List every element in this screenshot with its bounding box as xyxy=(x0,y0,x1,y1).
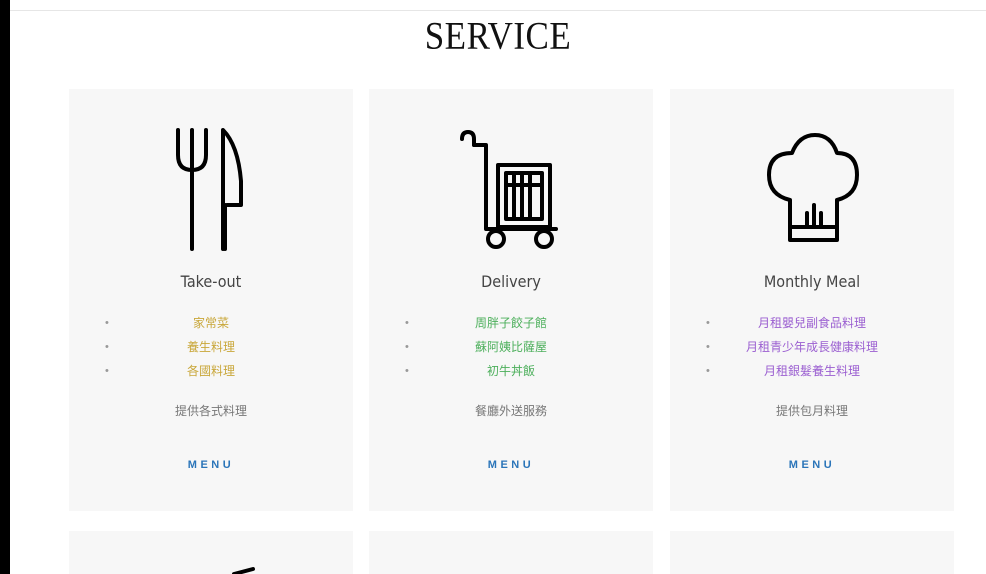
bullet: • xyxy=(105,341,109,353)
bullet: • xyxy=(706,341,710,353)
list-item-text: 初牛丼飯 xyxy=(486,364,535,378)
list-item: • 蘇阿姨比薩屋 xyxy=(369,338,653,362)
menu-link[interactable]: MENU xyxy=(69,459,353,471)
fork-knife-icon xyxy=(69,125,353,253)
list-item: • 月租銀髮養生料理 xyxy=(670,362,954,386)
page: SERVICE Take-out • 家常菜 • 養生料理 • 各國料理 提供各式料理… xyxy=(10,0,986,574)
bullet: • xyxy=(105,365,109,377)
bullet: • xyxy=(405,341,409,353)
card-description: 提供各式料理 xyxy=(174,404,247,418)
list-item-text: 周胖子餃子館 xyxy=(474,316,547,330)
delivery-cart-icon xyxy=(369,125,653,253)
card-item-list: • 月租嬰兒副食品料理 • 月租青少年成長健康料理 • 月租銀髮養生料理 xyxy=(670,314,954,386)
service-card-bottom-1 xyxy=(69,531,353,574)
service-card-bottom-3 xyxy=(670,531,954,574)
list-item: • 月租嬰兒副食品料理 xyxy=(670,314,954,338)
menu-link[interactable]: MENU xyxy=(670,459,954,471)
list-item-text: 養生料理 xyxy=(186,340,235,354)
bullet: • xyxy=(706,365,710,377)
menu-link[interactable]: MENU xyxy=(369,459,653,471)
bullet: • xyxy=(706,317,710,329)
card-item-list: • 周胖子餃子館 • 蘇阿姨比薩屋 • 初牛丼飯 xyxy=(369,314,653,386)
card-title: Delivery xyxy=(481,272,541,291)
bullet: • xyxy=(405,365,409,377)
list-item-text: 家常菜 xyxy=(192,316,229,330)
card-description: 提供包月料理 xyxy=(775,404,848,418)
service-card-bottom-2 xyxy=(369,531,653,574)
card-description: 餐廳外送服務 xyxy=(474,404,547,418)
bullet: • xyxy=(105,317,109,329)
card-item-list: • 家常菜 • 養生料理 • 各國料理 xyxy=(69,314,353,386)
chef-hat-icon xyxy=(670,125,954,253)
list-item: • 各國料理 xyxy=(69,362,353,386)
list-item: • 初牛丼飯 xyxy=(369,362,653,386)
list-item: • 月租青少年成長健康料理 xyxy=(670,338,954,362)
card-title: Monthly Meal xyxy=(763,272,861,291)
service-card-takeout: Take-out • 家常菜 • 養生料理 • 各國料理 提供各式料理 MENU xyxy=(69,89,353,511)
top-divider xyxy=(10,0,986,11)
list-item: • 養生料理 xyxy=(69,338,353,362)
list-item-text: 月租嬰兒副食品料理 xyxy=(757,316,866,330)
list-item: • 家常菜 xyxy=(69,314,353,338)
service-card-monthly-meal: Monthly Meal • 月租嬰兒副食品料理 • 月租青少年成長健康料理 • 月租… xyxy=(670,89,954,511)
list-item: • 周胖子餃子館 xyxy=(369,314,653,338)
partial-icon xyxy=(232,567,255,574)
list-item-text: 各國料理 xyxy=(186,364,235,378)
list-item-text: 蘇阿姨比薩屋 xyxy=(474,340,547,354)
list-item-text: 月租銀髮養生料理 xyxy=(763,364,860,378)
card-title: Take-out xyxy=(180,272,242,291)
list-item-text: 月租青少年成長健康料理 xyxy=(745,340,878,354)
bullet: • xyxy=(405,317,409,329)
service-card-delivery: Delivery • 周胖子餃子館 • 蘇阿姨比薩屋 • 初牛丼飯 餐廳外送服務 ME… xyxy=(369,89,653,511)
section-title: SERVICE xyxy=(424,14,572,58)
